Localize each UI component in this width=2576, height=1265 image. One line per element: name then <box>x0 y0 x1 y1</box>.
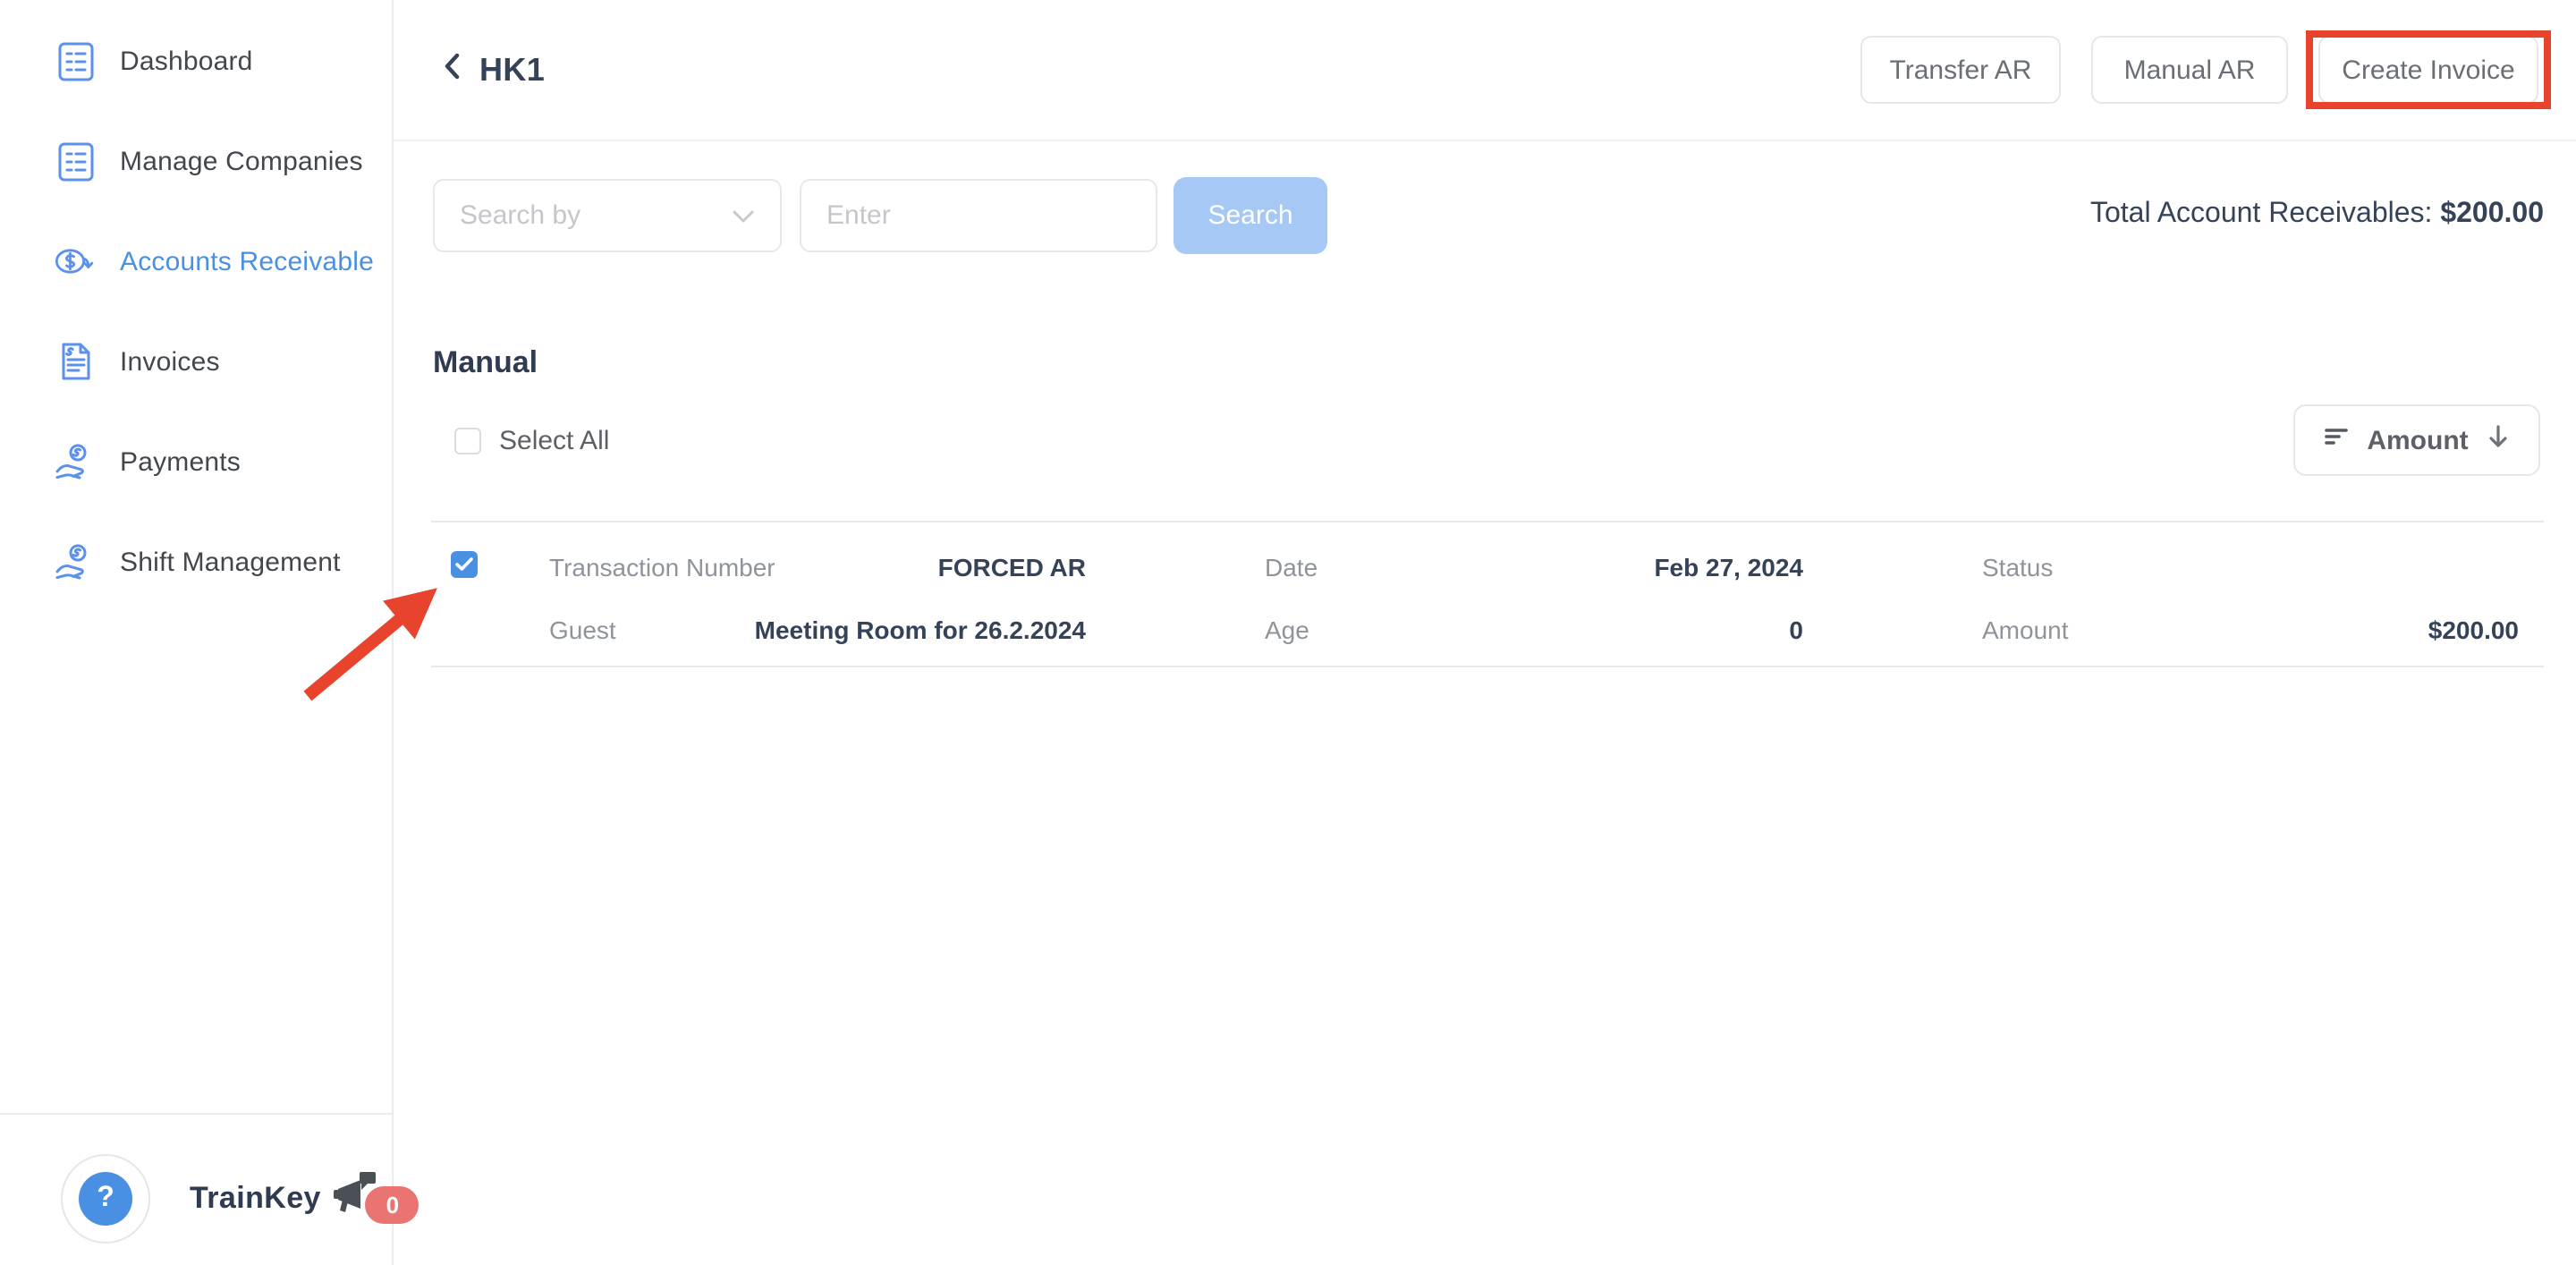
sidebar-item-label: Shift Management <box>120 547 341 577</box>
field-label: Age <box>1265 614 1309 648</box>
select-all-label: Select All <box>499 426 609 456</box>
manual-ar-button[interactable]: Manual AR <box>2091 36 2288 104</box>
sidebar-footer: ? TrainKey 0 <box>0 1113 394 1265</box>
sidebar-item-shift-management[interactable]: Shift Management <box>0 512 392 612</box>
sort-lines-icon <box>2322 421 2351 459</box>
chevron-down-icon <box>732 200 755 231</box>
money-receive-icon <box>54 243 97 279</box>
select-all-checkbox[interactable] <box>454 428 481 454</box>
transaction-row: Transaction Number FORCED AR Date Feb 27… <box>431 521 2544 667</box>
sidebar-item-accounts-receivable[interactable]: Accounts Receivable <box>0 211 392 311</box>
search-button[interactable]: Search <box>1174 177 1327 254</box>
field-value: $200.00 <box>2428 614 2519 648</box>
search-by-select[interactable]: Search by <box>433 179 782 252</box>
sidebar-item-invoices[interactable]: Invoices <box>0 311 392 412</box>
row-checkbox[interactable] <box>451 551 478 578</box>
sidebar-item-label: Manage Companies <box>120 146 363 176</box>
sort-button-label: Amount <box>2367 425 2468 455</box>
sidebar-item-label: Invoices <box>120 346 220 377</box>
main-content: HK1 Transfer AR Manual AR Create Invoice… <box>394 0 2576 1265</box>
clipboard-icon <box>54 140 97 182</box>
brand-name: TrainKey <box>190 1181 321 1217</box>
app-root: Dashboard Manage Companies <box>0 0 2576 1265</box>
search-by-placeholder: Search by <box>460 200 580 231</box>
field-label: Status <box>1982 551 2053 585</box>
hand-coin-icon <box>54 443 97 480</box>
total-receivables: Total Account Receivables: $200.00 <box>2090 199 2544 231</box>
total-receivables-value: $200.00 <box>2440 199 2544 229</box>
sidebar-item-dashboard[interactable]: Dashboard <box>0 11 392 111</box>
select-all-control[interactable]: Select All <box>454 426 609 456</box>
page-header: HK1 Transfer AR Manual AR Create Invoice <box>394 0 2576 141</box>
header-actions: Transfer AR Manual AR Create Invoice <box>1860 36 2538 104</box>
clipboard-icon <box>54 40 97 81</box>
field-value: FORCED AR <box>938 551 1086 585</box>
total-receivables-label: Total Account Receivables: <box>2090 199 2440 229</box>
sidebar-item-label: Dashboard <box>120 46 253 76</box>
arrow-down-icon <box>2485 421 2512 459</box>
sort-amount-button[interactable]: Amount <box>2293 404 2540 476</box>
section-title: Manual <box>433 345 538 381</box>
sidebar-item-label: Accounts Receivable <box>120 246 374 276</box>
chevron-left-icon <box>442 51 462 89</box>
sidebar-item-payments[interactable]: Payments <box>0 412 392 512</box>
hand-coin-icon <box>54 543 97 581</box>
question-mark-icon: ? <box>79 1172 132 1226</box>
field-label: Guest <box>549 614 616 648</box>
field-label: Transaction Number <box>549 551 775 585</box>
sidebar-item-label: Payments <box>120 446 241 477</box>
sidebar: Dashboard Manage Companies <box>0 0 394 1265</box>
sidebar-item-manage-companies[interactable]: Manage Companies <box>0 111 392 211</box>
sidebar-nav: Dashboard Manage Companies <box>0 0 392 612</box>
field-value: Meeting Room for 26.2.2024 <box>755 614 1086 648</box>
help-button[interactable]: ? <box>61 1154 150 1244</box>
transfer-ar-button[interactable]: Transfer AR <box>1860 36 2061 104</box>
field-value: Feb 27, 2024 <box>1654 551 1803 585</box>
back-navigation[interactable]: HK1 <box>442 51 545 89</box>
create-invoice-button[interactable]: Create Invoice <box>2318 36 2538 104</box>
field-label: Date <box>1265 551 1318 585</box>
invoice-document-icon <box>54 342 97 381</box>
page-title: HK1 <box>479 51 545 89</box>
field-label: Amount <box>1982 614 2069 648</box>
search-input[interactable] <box>800 179 1157 252</box>
field-value: 0 <box>1789 614 1803 648</box>
